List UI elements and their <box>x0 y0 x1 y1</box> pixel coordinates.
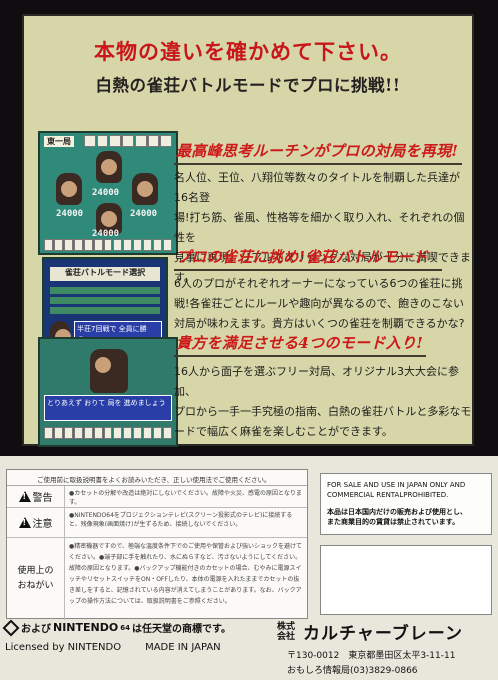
trademark-line: および NINTENDO 64 は任天堂の商標です。 <box>2 619 231 636</box>
menu-row <box>50 307 160 314</box>
nintendo-n-logo-icon <box>2 619 20 636</box>
tile-row-hand <box>44 239 172 251</box>
usage-label: 使用上の おねがい <box>7 538 65 620</box>
menu-row <box>50 297 160 304</box>
caution-row: 注意 ●NINTENDO64をプロジェクションテレビ(スクリーン投影式のテレビ)… <box>7 508 307 538</box>
feature-title: 貴方を満足させる4つのモード入り! <box>176 334 424 352</box>
warning-intro: ご使用前に取扱説明書をよくお読みいただき、正しい使用法でご使用ください。 <box>7 470 307 486</box>
sale-notice: FOR SALE AND USE IN JAPAN ONLY AND COMME… <box>320 473 492 535</box>
game-screenshot-advice: とりあえず おりて 局を 進めましょう <box>38 337 178 447</box>
round-label: 東一局 <box>44 136 74 147</box>
tile-row-top <box>84 135 173 147</box>
tile-row-hand <box>44 427 172 439</box>
caution-label: 注意 <box>7 508 65 537</box>
divider <box>174 355 426 357</box>
score: 24000 <box>56 209 84 219</box>
company-type: 株式会社 <box>277 621 296 642</box>
blank-box <box>320 545 492 615</box>
company-name: カルチャーブレーン <box>303 624 463 644</box>
sale-notice-ja: 本品は日本国内だけの販売および使用とし、 また商業目的の賃貸は禁止されています。 <box>327 508 467 526</box>
divider <box>174 163 462 165</box>
player-face <box>56 173 82 205</box>
player-face <box>96 151 122 183</box>
warning-text: ●カセットの分解や改造は絶対にしないでください。故障や火災、感電の原因となります… <box>69 490 302 506</box>
warning-box: ご使用前に取扱説明書をよくお読みいただき、正しい使用法でご使用ください。 警告 … <box>6 469 308 620</box>
headline: 本物の違いを確かめて下さい。 <box>94 39 402 64</box>
warning-label: 警告 <box>7 486 65 507</box>
message-box: とりあえず おりて 局を 進めましょう <box>44 395 172 421</box>
top-frame: 本物の違いを確かめて下さい。 白熱の雀荘バトルモードでプロに挑戦!! 東一局 2… <box>0 0 498 456</box>
feature-text: 6人のプロがそれぞれオーナーになっている6つの雀荘に挑 戦!各雀荘ごとにルールや… <box>174 277 465 330</box>
usage-row: 使用上の おねがい ●精密機器ですので、極端な温度条件下でのご使用や保管および強… <box>7 538 307 620</box>
company-address: 〒130-0012 東京都墨田区太平3-11-11 <box>287 651 456 661</box>
score: 24000 <box>130 209 158 219</box>
player-face <box>90 349 128 393</box>
feature-title: 最高峰思考ルーチンがプロの対局を再現! <box>176 142 459 160</box>
licensed-line: Licensed by NINTENDO MADE IN JAPAN <box>5 642 221 653</box>
warning-triangle-icon <box>18 491 31 502</box>
game-screenshot-table: 東一局 24000 24000 24000 24000 <box>38 131 178 255</box>
feature-text: 16人から面子を選ぶフリー対局、オリジナル3大大会に参加、 プロから一手一手究極… <box>174 365 472 438</box>
feature-title: プロの雀荘に挑め!雀荘バトルモード <box>176 248 429 266</box>
company-phone: おもしろ情報局(03)3829-0866 <box>287 666 418 676</box>
player-face <box>132 173 158 205</box>
menu-row <box>50 287 160 294</box>
score: 24000 <box>92 188 120 198</box>
sale-notice-en: FOR SALE AND USE IN JAPAN ONLY AND COMME… <box>327 481 466 499</box>
score: 24000 <box>92 229 120 239</box>
divider <box>174 269 442 271</box>
menu-title: 雀荘バトルモード選択 <box>50 267 160 281</box>
company-logo: 株式会社 カルチャーブレーン <box>277 619 463 645</box>
usage-text: ●精密機器ですので、極端な温度条件下でのご使用や保管および強いショックを避けてく… <box>69 543 302 605</box>
feature-panel: 本物の違いを確かめて下さい。 白熱の雀荘バトルモードでプロに挑戦!! 東一局 2… <box>22 14 474 447</box>
caution-text: ●NINTENDO64をプロジェクションテレビ(スクリーン投影式のテレビ)に接続… <box>69 512 293 528</box>
subheadline: 白熱の雀荘バトルモードでプロに挑戦!! <box>95 76 401 95</box>
warning-row: 警告 ●カセットの分解や改造は絶対にしないでください。故障や火災、感電の原因とな… <box>7 486 307 508</box>
warning-triangle-icon <box>18 517 31 528</box>
